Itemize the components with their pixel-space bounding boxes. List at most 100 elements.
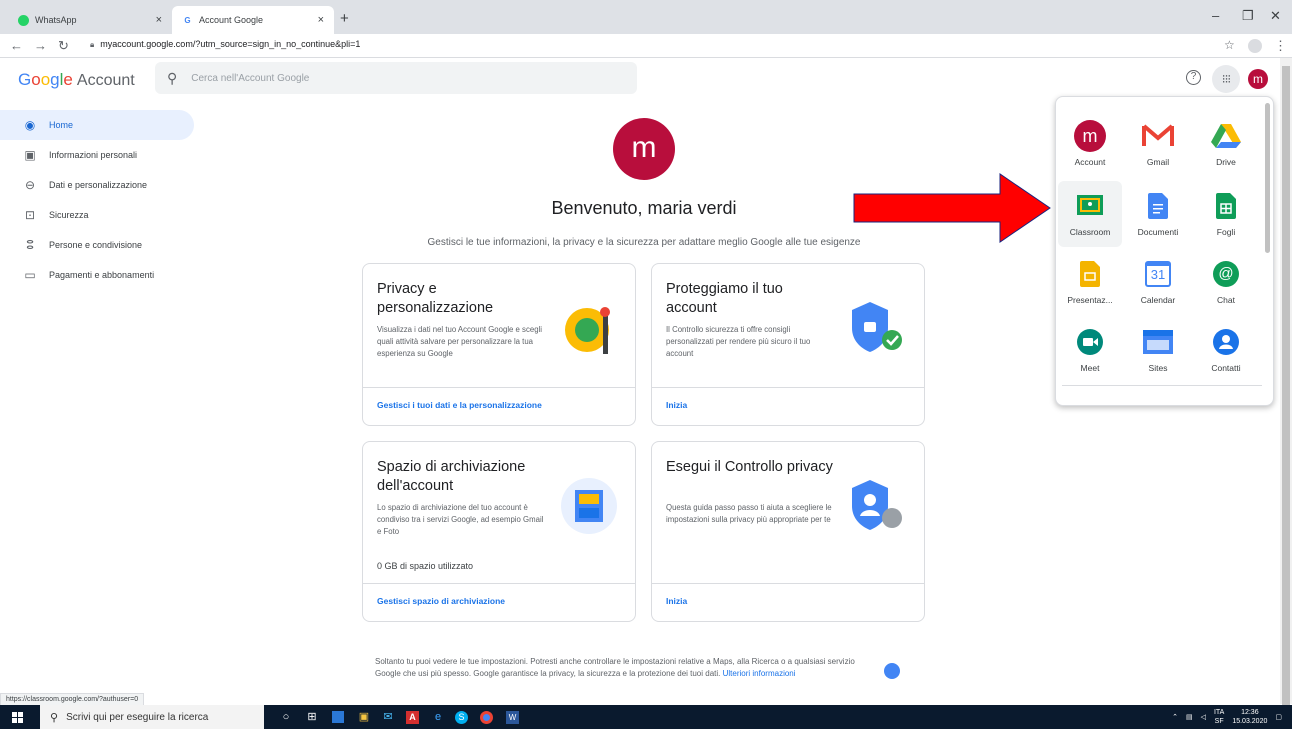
sidebar-item-data[interactable]: ⊖ Dati e personalizzazione: [0, 170, 194, 200]
card-title: Spazio di archiviazione dell'account: [377, 459, 526, 494]
slides-icon: [1073, 257, 1107, 291]
card-privacy-checkup[interactable]: Esegui il Controllo privacy Questa guida…: [651, 441, 925, 622]
meet-icon: [1073, 325, 1107, 359]
bookmark-star-icon[interactable]: ☆: [1224, 38, 1235, 52]
sidebar-item-security[interactable]: ⊡ Sicurezza: [0, 200, 194, 230]
back-icon[interactable]: ←: [10, 38, 23, 53]
welcome-subtitle: Gestisci le tue informazioni, la privacy…: [427, 237, 861, 248]
account-icon: m: [1073, 119, 1107, 153]
taskbar-search-input[interactable]: ⚲ Scrivi qui per eseguire la ricerca: [40, 705, 264, 729]
app-meet[interactable]: Meet: [1058, 317, 1122, 383]
avatar[interactable]: m: [1248, 69, 1268, 89]
page-scrollbar[interactable]: [1280, 58, 1292, 706]
help-icon[interactable]: ?: [1186, 70, 1201, 85]
windows-start-icon[interactable]: [12, 712, 23, 723]
card-link-start[interactable]: Inizia: [652, 583, 924, 621]
word-icon[interactable]: W: [506, 711, 519, 724]
notifications-icon[interactable]: ▢: [1275, 713, 1282, 721]
scrollbar-thumb[interactable]: [1282, 66, 1290, 706]
contacts-icon: [1209, 325, 1243, 359]
restore-icon[interactable]: ❐: [1242, 8, 1254, 24]
card-title: Privacy e personalizzazione: [377, 281, 494, 316]
reload-icon[interactable]: ↻: [58, 38, 69, 54]
sidebar-item-personal-info[interactable]: ▣ Informazioni personali: [0, 140, 194, 170]
welcome-section: m Benvenuto, maria verdi Gestisci le tue…: [362, 118, 926, 248]
tray-chevron-icon[interactable]: ⌃: [1172, 713, 1178, 721]
language-indicator[interactable]: ITA SF: [1214, 708, 1224, 726]
window-close-icon[interactable]: ✕: [1270, 8, 1281, 24]
classroom-icon: [1073, 189, 1107, 223]
url-field[interactable]: 🔒︎ myaccount.google.com/?utm_source=sign_…: [90, 39, 360, 50]
search-input[interactable]: ⚲ Cerca nell'Account Google: [155, 62, 637, 94]
app-drive[interactable]: Drive: [1194, 111, 1258, 177]
card-description: Il Controllo sicurezza ti offre consigli…: [666, 325, 811, 358]
sidebar-item-home[interactable]: ◉ Home: [0, 110, 194, 140]
app-sites[interactable]: Sites: [1126, 317, 1190, 383]
app-slides[interactable]: Presentaz...: [1058, 249, 1122, 315]
volume-icon[interactable]: ◁: [1201, 713, 1206, 721]
card-link-manage-data[interactable]: Gestisci i tuoi dati e la personalizzazi…: [363, 387, 635, 425]
calendar-icon: 31: [1141, 257, 1175, 291]
address-bar-row: ← → ↻ 🔒︎ myaccount.google.com/?utm_source…: [0, 34, 1292, 58]
minimize-icon[interactable]: –: [1212, 8, 1219, 23]
profile-avatar-large[interactable]: m: [613, 118, 675, 180]
acrobat-icon[interactable]: A: [406, 711, 419, 724]
app-account[interactable]: m Account: [1058, 111, 1122, 177]
sidebar-item-payments[interactable]: ▭ Pagamenti e abbonamenti: [0, 260, 194, 290]
network-icon[interactable]: ▤: [1186, 713, 1193, 721]
whatsapp-icon: [18, 14, 29, 26]
url-text: myaccount.google.com/?utm_source=sign_in…: [100, 39, 361, 49]
google-icon: G: [184, 15, 191, 25]
tab-title: Account Google: [199, 15, 264, 25]
card-description: Visualizza i dati nel tuo Account Google…: [377, 325, 542, 358]
chat-icon: @: [1209, 257, 1243, 291]
app-contacts[interactable]: Contatti: [1194, 317, 1258, 383]
profile-icon[interactable]: [1248, 39, 1262, 53]
edge-icon[interactable]: e: [430, 709, 446, 725]
app-icon[interactable]: [332, 711, 344, 723]
forward-icon[interactable]: →: [34, 38, 47, 53]
google-account-logo[interactable]: Google Account: [18, 70, 135, 90]
tab-whatsapp[interactable]: WhatsApp ×: [8, 6, 172, 34]
browser-tab-bar: WhatsApp × G Account Google × + – ❐ ✕: [0, 0, 1292, 34]
app-classroom[interactable]: Classroom: [1058, 181, 1122, 247]
docs-icon: [1141, 189, 1175, 223]
skype-icon[interactable]: S: [455, 711, 468, 724]
cortana-icon[interactable]: ○: [278, 709, 294, 725]
card-security[interactable]: Proteggiamo il tuo account Il Controllo …: [651, 263, 925, 426]
app-calendar[interactable]: 31 Calendar: [1126, 249, 1190, 315]
app-docs[interactable]: Documenti: [1126, 181, 1190, 247]
clock[interactable]: 12:36 15.03.2020: [1232, 708, 1267, 726]
app-gmail[interactable]: Gmail: [1126, 111, 1190, 177]
system-tray: ⌃ ▤ ◁ ITA SF 12:36 15.03.2020 ▢: [1172, 708, 1282, 726]
google-apps-menu: m Account Gmail Drive Classroom Documenti…: [1055, 96, 1274, 406]
learn-more-link[interactable]: Ulteriori informazioni: [723, 669, 796, 678]
store-icon[interactable]: ▣: [356, 709, 372, 725]
tab-title: WhatsApp: [35, 15, 77, 25]
new-tab-button[interactable]: +: [340, 10, 349, 27]
close-icon[interactable]: ×: [318, 14, 324, 26]
search-icon: ⚲: [50, 711, 59, 724]
mail-icon[interactable]: ✉: [380, 709, 396, 725]
card-title: Esegui il Controllo privacy: [666, 459, 833, 475]
card-link-start[interactable]: Inizia: [652, 387, 924, 425]
privacy-shield-icon: [852, 480, 902, 530]
menu-dots-icon[interactable]: ⋮: [1274, 38, 1287, 54]
sidebar-nav: ◉ Home ▣ Informazioni personali ⊖ Dati e pe…: [0, 110, 200, 290]
sidebar-item-people[interactable]: ⵓ Persone e condivisione: [0, 230, 194, 260]
person-circle-icon: ◉: [24, 118, 36, 132]
shield-check-icon: [852, 302, 902, 352]
chrome-icon[interactable]: [480, 711, 493, 724]
storage-cabinet-icon: [561, 478, 617, 534]
task-view-icon[interactable]: ⊞: [304, 709, 320, 725]
close-icon[interactable]: ×: [156, 14, 162, 26]
apps-grid-button[interactable]: ⁝⁝⁝: [1212, 65, 1240, 93]
card-privacy[interactable]: Privacy e personalizzazione Visualizza i…: [362, 263, 636, 426]
card-storage[interactable]: Spazio di archiviazione dell'account Lo …: [362, 441, 636, 622]
apps-menu-scrollbar[interactable]: [1265, 103, 1270, 253]
app-chat[interactable]: @ Chat: [1194, 249, 1258, 315]
app-sheets[interactable]: Fogli: [1194, 181, 1258, 247]
card-link-manage-storage[interactable]: Gestisci spazio di archiviazione: [363, 583, 635, 621]
toggle-icon: ⊖: [24, 178, 36, 192]
tab-account-google[interactable]: G Account Google ×: [172, 6, 334, 34]
